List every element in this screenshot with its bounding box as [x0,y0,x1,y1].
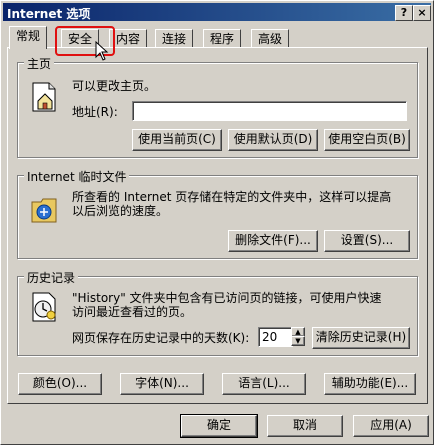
tab-general[interactable]: 常规 [9,26,48,49]
title-bar[interactable]: Internet 选项 ? × [3,3,431,21]
temp-files-settings-button[interactable]: 设置(S)... [324,230,410,252]
ok-button[interactable]: 确定 [180,414,258,438]
tab-advanced[interactable]: 高级 [251,29,290,48]
cancel-button[interactable]: 取消 [267,415,343,437]
address-input[interactable] [132,101,407,121]
history-days-input[interactable]: 20 [258,327,293,347]
tab-connections[interactable]: 连接 [155,29,194,48]
accessibility-button[interactable]: 辅助功能(E)... [324,373,416,395]
fonts-button[interactable]: 字体(N)... [120,373,204,395]
mouse-cursor-icon [95,41,109,61]
address-label: 地址(R): [72,105,118,119]
use-current-button[interactable]: 使用当前页(C) [132,129,222,151]
help-button[interactable]: ? [395,5,413,21]
apply-button[interactable]: 应用(A) [353,415,429,437]
history-description-line2: 访问最近查看过的页。 [72,305,193,319]
history-days-spinner[interactable]: ▲ ▼ [291,327,305,346]
languages-button[interactable]: 语言(L)... [222,373,306,395]
close-button[interactable]: × [413,5,431,21]
colors-button[interactable]: 颜色(O)... [18,373,102,395]
use-default-button[interactable]: 使用默认页(D) [228,129,318,151]
tab-programs[interactable]: 程序 [203,29,242,48]
temp-files-group-title: Internet 临时文件 [24,168,130,185]
homepage-description: 可以更改主页。 [72,79,157,93]
temp-files-description-line2: 以后浏览的速度。 [72,204,169,218]
internet-options-dialog: Internet 选项 ? × 常规 安全 内容 连接 程序 高级 主页 可以更… [0,0,434,445]
general-tab-panel: 主页 可以更改主页。 地址(R): 使用当前页(C) 使用默认页(D) 使用空白… [7,47,428,404]
home-page-icon [32,82,56,112]
clear-history-button[interactable]: 清除历史记录(H) [312,327,410,349]
homepage-group: 主页 可以更改主页。 地址(R): 使用当前页(C) 使用默认页(D) 使用空白… [17,55,418,158]
history-clock-icon [32,292,56,322]
temp-files-folder-icon [31,198,57,223]
homepage-group-title: 主页 [24,55,55,72]
history-days-label: 网页保存在历史记录中的天数(K): [72,331,250,345]
window-title: Internet 选项 [7,7,91,21]
delete-files-button[interactable]: 删除文件(F)... [228,230,318,252]
spinner-down-icon[interactable]: ▼ [291,336,305,346]
history-group: 历史记录 "History" 文件夹中包含有已访问页的链接，可使用户快速 访问最… [17,269,418,356]
temp-files-group: Internet 临时文件 所查看的 Internet 页存储在特定的文件夹中，… [17,168,418,259]
use-blank-button[interactable]: 使用空白页(B) [324,129,410,151]
history-group-title: 历史记录 [24,269,79,286]
